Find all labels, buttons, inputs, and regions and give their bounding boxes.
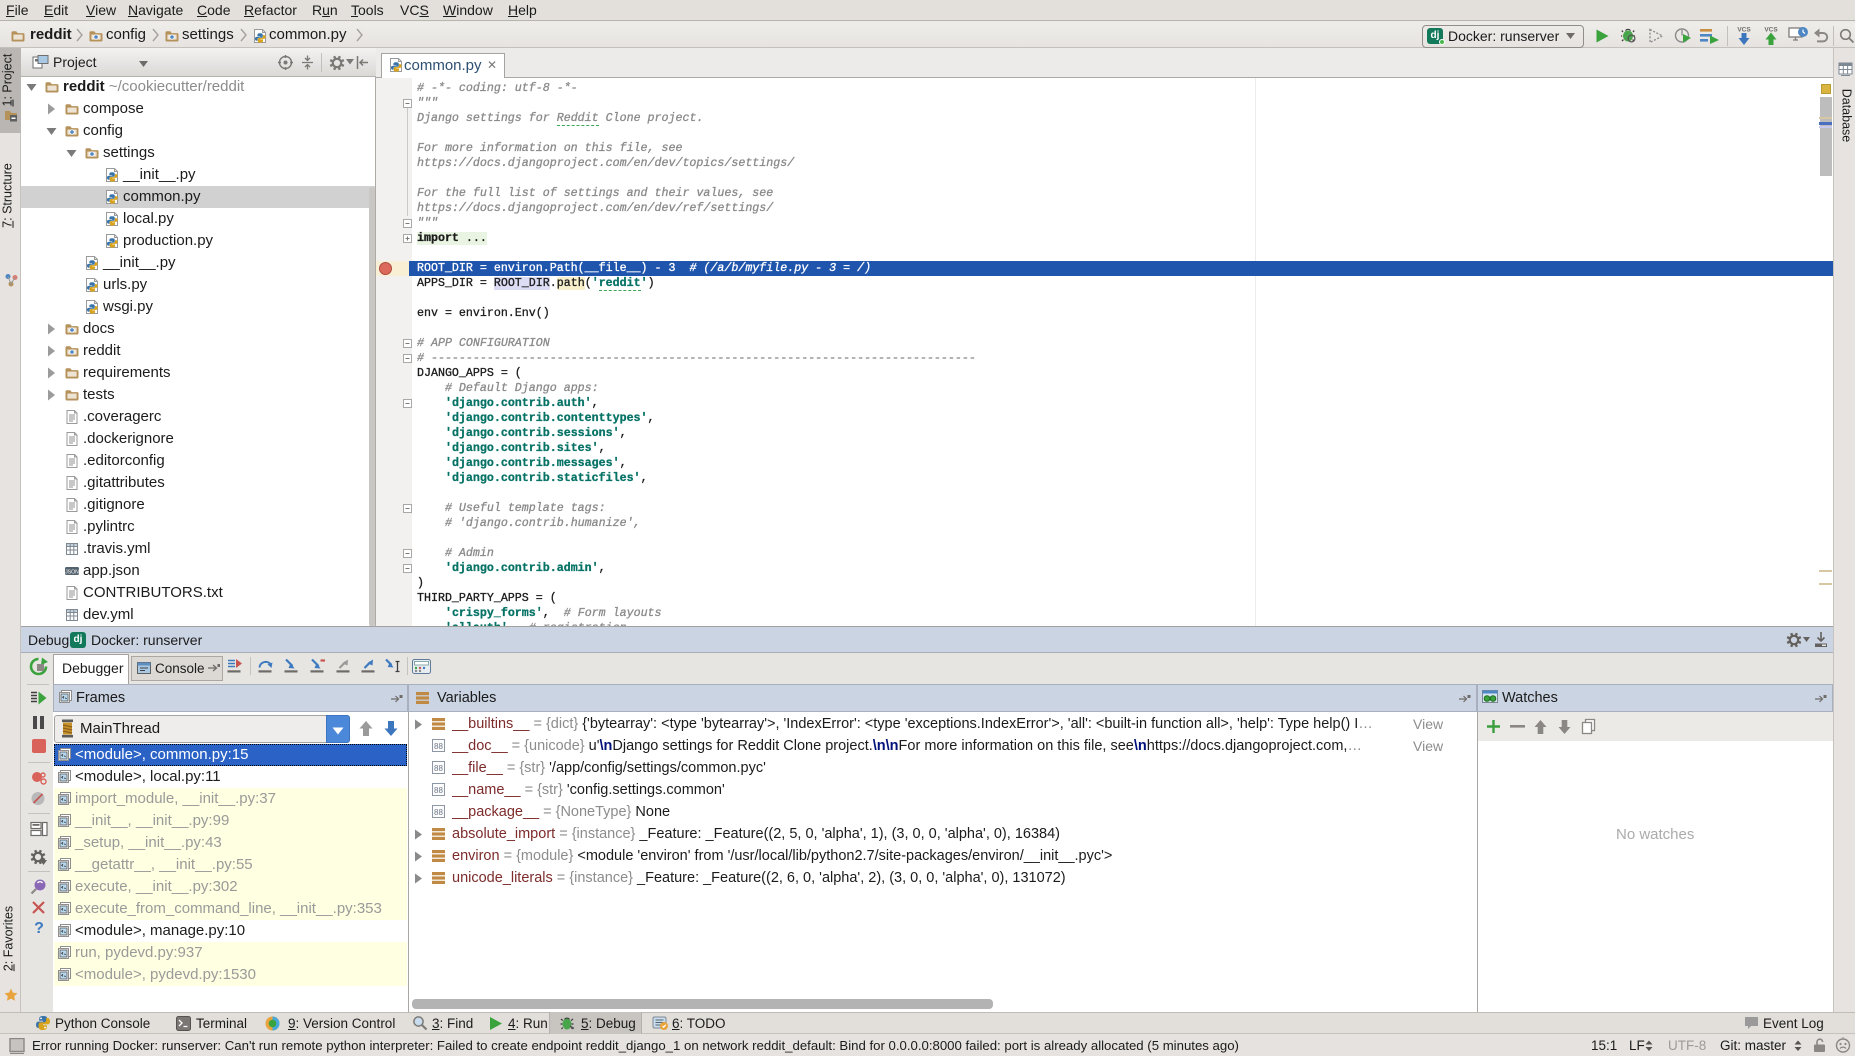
svg-text:88: 88 xyxy=(434,786,443,795)
svg-text:JSON: JSON xyxy=(65,569,79,575)
svg-text:VCS: VCS xyxy=(1764,27,1778,34)
svg-text:88: 88 xyxy=(434,808,443,817)
svg-text:88: 88 xyxy=(434,764,443,773)
svg-text:88: 88 xyxy=(434,742,443,751)
svg-text:VCS: VCS xyxy=(1737,27,1751,34)
